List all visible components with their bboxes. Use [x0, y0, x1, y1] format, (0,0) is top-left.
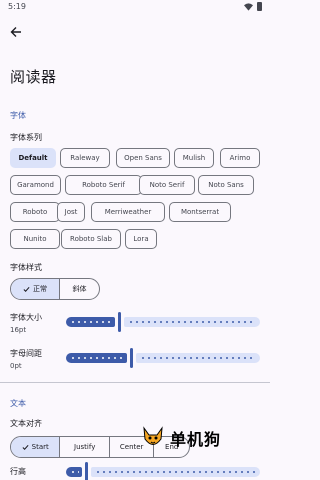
check-icon	[22, 444, 29, 450]
font-chip-noto-sans[interactable]: Noto Sans	[198, 175, 254, 195]
font-chip-lora[interactable]: Lora	[125, 229, 157, 249]
font-chip-roboto-serif[interactable]: Roboto Serif	[65, 175, 142, 195]
watermark: 单机狗	[140, 425, 221, 451]
font-style-segmented: 正常 斜体	[10, 278, 100, 300]
font-chip-merriweather[interactable]: Merriweather	[91, 202, 165, 222]
font-chip-arimo[interactable]: Arimo	[220, 148, 260, 168]
status-time: 5:19	[8, 2, 26, 11]
slider-inactive-ticks	[128, 321, 256, 323]
font-chip-raleway[interactable]: Raleway	[60, 148, 110, 168]
wifi-icon	[244, 2, 253, 11]
font-size-slider[interactable]	[66, 312, 260, 332]
slider-active-ticks	[70, 471, 79, 473]
letter-spacing-label: 字母间距	[10, 349, 42, 358]
slider-active-ticks	[70, 321, 112, 323]
line-height-slider[interactable]	[66, 462, 260, 480]
arrow-back-icon	[10, 27, 21, 37]
slider-handle[interactable]	[118, 312, 121, 332]
align-justify-label: Justify	[74, 443, 96, 451]
slider-inactive-ticks	[140, 357, 256, 359]
font-size-label: 字体大小	[10, 313, 42, 322]
section-divider	[0, 382, 270, 383]
back-button[interactable]	[6, 22, 26, 42]
font-chip-roboto-slab[interactable]: Roboto Slab	[61, 229, 121, 249]
dog-logo-icon	[143, 426, 163, 445]
status-icons	[244, 2, 262, 11]
page-title: 阅读器	[10, 68, 57, 86]
status-bar: 5:19	[0, 0, 270, 14]
slider-active-ticks	[70, 357, 124, 359]
slider-handle[interactable]	[130, 348, 133, 368]
font-style-normal-label: 正常	[32, 285, 47, 293]
check-icon	[23, 286, 30, 292]
text-align-label: 文本对齐	[10, 419, 42, 428]
font-style-italic-label: 斜体	[72, 285, 87, 293]
font-size-value: 16pt	[10, 326, 27, 334]
font-chip-open-sans[interactable]: Open Sans	[116, 148, 170, 168]
battery-icon	[257, 2, 262, 11]
section-typography: 字体	[10, 111, 26, 120]
font-chip-default[interactable]: Default	[10, 148, 56, 168]
slider-inactive-ticks	[95, 471, 256, 473]
font-chip-roboto[interactable]: Roboto	[10, 202, 60, 222]
font-chip-mulish[interactable]: Mulish	[174, 148, 214, 168]
slider-handle[interactable]	[85, 462, 88, 480]
font-style-label: 字体样式	[10, 263, 42, 272]
font-chip-nunito[interactable]: Nunito	[10, 229, 60, 249]
section-text: 文本	[10, 399, 26, 408]
font-chip-jost[interactable]: Jost	[57, 202, 85, 222]
align-start-label: Start	[31, 443, 49, 451]
align-start[interactable]: Start	[11, 437, 61, 457]
line-height-label: 行高	[10, 467, 26, 476]
font-style-normal[interactable]: 正常	[11, 279, 60, 299]
letter-spacing-slider[interactable]	[66, 348, 260, 368]
font-chip-garamond[interactable]: Garamond	[10, 175, 61, 195]
font-style-italic[interactable]: 斜体	[60, 279, 99, 299]
font-chip-montserrat[interactable]: Montserrat	[169, 202, 231, 222]
align-justify[interactable]: Justify	[60, 437, 110, 457]
font-chip-noto-serif[interactable]: Noto Serif	[139, 175, 195, 195]
font-family-label: 字体系列	[10, 133, 42, 142]
watermark-text: 单机狗	[170, 430, 222, 449]
letter-spacing-value: 0pt	[10, 362, 22, 370]
